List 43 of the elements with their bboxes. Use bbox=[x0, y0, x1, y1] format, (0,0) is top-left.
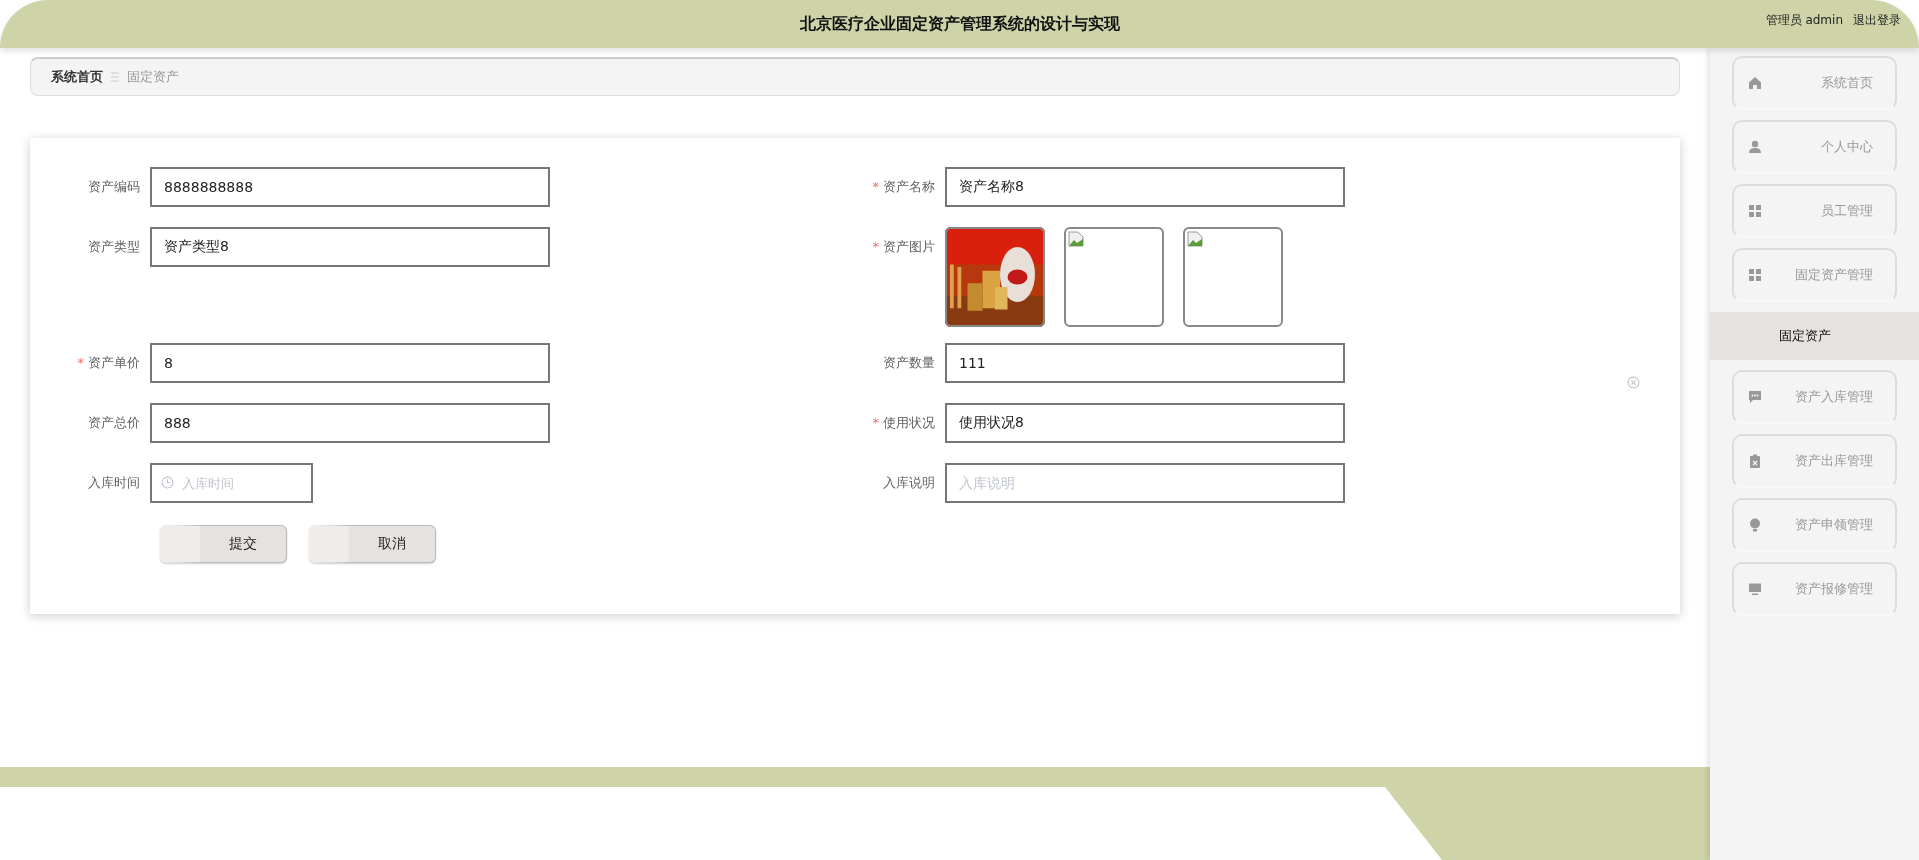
input-field[interactable]: 111 bbox=[945, 343, 1345, 383]
app-title: 北京医疗企业固定资产管理系统的设计与实现 bbox=[799, 13, 1120, 35]
field-label: 入库说明 bbox=[883, 475, 935, 490]
clipboard-icon bbox=[1748, 454, 1762, 468]
field-label: 资产图片 bbox=[883, 239, 935, 254]
broken-image-icon bbox=[1187, 231, 1203, 247]
required-mark: * bbox=[872, 415, 879, 430]
user-name: 管理员 admin bbox=[1765, 12, 1843, 29]
field-label: 资产总价 bbox=[88, 415, 140, 430]
input-field[interactable]: 使用状况8 bbox=[945, 403, 1345, 443]
input-field[interactable]: 888 bbox=[150, 403, 550, 443]
grid-icon bbox=[1748, 204, 1762, 218]
input-field[interactable]: 8 bbox=[150, 343, 550, 383]
field-label: 资产类型 bbox=[88, 239, 140, 254]
breadcrumb-item[interactable]: 系统首页 bbox=[51, 68, 103, 86]
grid-icon bbox=[1748, 268, 1762, 282]
input-field[interactable]: 资产类型8 bbox=[150, 227, 550, 267]
required-mark: * bbox=[77, 355, 84, 370]
form-button[interactable]: 提交 bbox=[160, 525, 287, 563]
form-button[interactable]: 取消 bbox=[309, 525, 436, 563]
clock-icon bbox=[161, 476, 174, 489]
chat-icon bbox=[1748, 390, 1762, 404]
monitor-icon bbox=[1748, 582, 1762, 596]
user-icon bbox=[1748, 140, 1762, 154]
required-mark: * bbox=[872, 179, 879, 194]
field-label: 入库时间 bbox=[88, 475, 140, 490]
home-icon bbox=[1748, 76, 1762, 90]
bulb-icon bbox=[1748, 518, 1762, 532]
broken-image-icon bbox=[1068, 231, 1084, 247]
input-field[interactable]: 8888888888 bbox=[150, 167, 550, 207]
required-mark: * bbox=[872, 239, 879, 254]
input-field[interactable]: 入库说明 bbox=[945, 463, 1345, 503]
date-field[interactable]: 入库时间 bbox=[150, 463, 313, 503]
image-slot[interactable] bbox=[1064, 227, 1164, 327]
field-label: 资产名称 bbox=[883, 179, 935, 194]
input-field[interactable]: 资产名称8 bbox=[945, 167, 1345, 207]
field-label: 资产编码 bbox=[88, 179, 140, 194]
field-label: 使用状况 bbox=[883, 415, 935, 430]
menu-item[interactable]: 固定资产 bbox=[1710, 312, 1919, 360]
image-slot[interactable] bbox=[1183, 227, 1283, 327]
field-label: 资产单价 bbox=[88, 355, 140, 370]
logout-link[interactable]: 退出登录 bbox=[1853, 12, 1901, 29]
field-label: 资产数量 bbox=[883, 355, 935, 370]
